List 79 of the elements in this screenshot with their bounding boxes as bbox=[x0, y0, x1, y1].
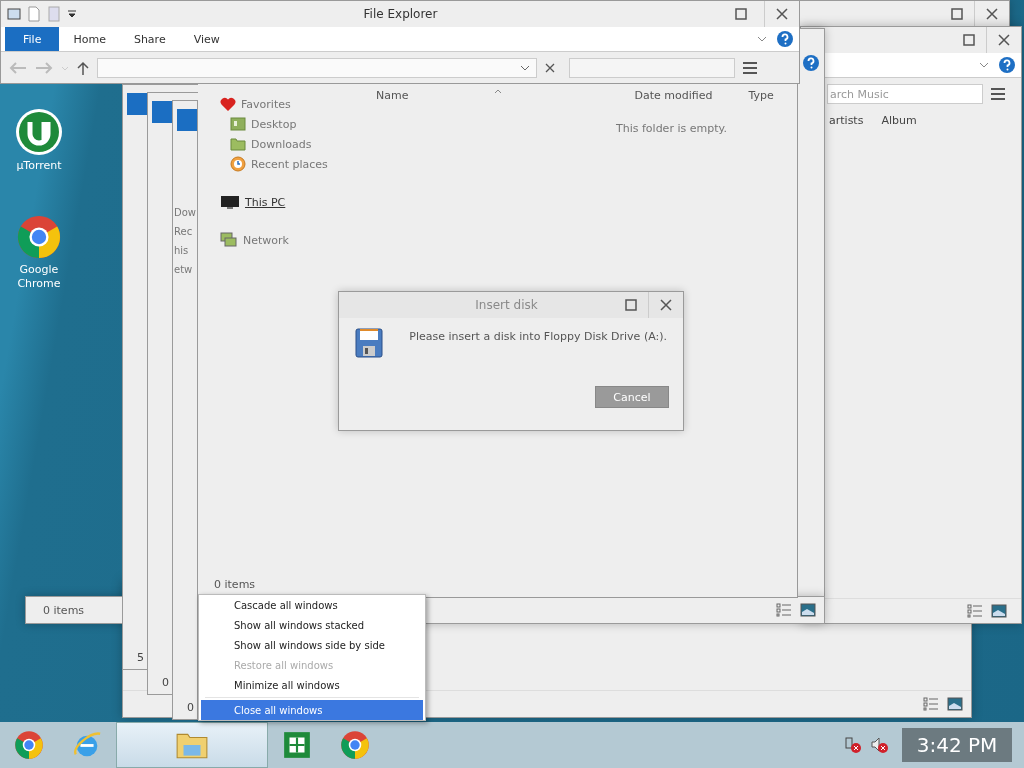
address-field[interactable] bbox=[97, 58, 537, 78]
chevron-down-icon[interactable] bbox=[757, 36, 767, 42]
menu-icon[interactable] bbox=[991, 88, 1005, 100]
nav-item[interactable]: his bbox=[174, 245, 189, 256]
close-icon[interactable] bbox=[659, 298, 673, 312]
status-text: 5 bbox=[136, 651, 145, 664]
close-icon[interactable] bbox=[985, 7, 999, 21]
status-text: 0 bbox=[161, 676, 170, 689]
network-icon bbox=[220, 232, 238, 248]
nav-item[interactable]: Network bbox=[220, 230, 289, 250]
nav-item[interactable]: etw bbox=[174, 264, 193, 275]
nav-item[interactable]: Rec bbox=[174, 226, 193, 237]
help-icon[interactable] bbox=[999, 57, 1015, 73]
nav-item[interactable]: Dow bbox=[174, 207, 196, 218]
dialog-message: Please insert a disk into Floppy Disk Drive (A:). bbox=[409, 330, 667, 345]
status-text: 0 items bbox=[214, 578, 256, 591]
desktop-icon-label[interactable]: µTorrent bbox=[16, 159, 62, 173]
clear-icon[interactable] bbox=[545, 63, 555, 73]
cancel-button[interactable]: Cancel bbox=[595, 386, 669, 408]
nav-item[interactable]: Favorites bbox=[220, 94, 291, 114]
chrome-logo-icon[interactable] bbox=[340, 730, 370, 760]
ribbon-tab[interactable]: Share bbox=[119, 27, 180, 51]
desktop-icon-label[interactable]: Google Chrome bbox=[4, 263, 74, 291]
picture-view-icon[interactable] bbox=[800, 603, 816, 617]
monitor-icon bbox=[220, 194, 240, 210]
column-header[interactable]: Name bbox=[376, 89, 409, 102]
volume-muted-icon[interactable] bbox=[870, 736, 888, 754]
help-icon[interactable] bbox=[803, 55, 819, 71]
window-title: File Explorer bbox=[362, 7, 439, 21]
ribbon-tab[interactable]: File bbox=[5, 27, 60, 51]
column-header[interactable]: Type bbox=[748, 89, 774, 102]
menu-item[interactable]: Show all windows side by side bbox=[201, 635, 423, 655]
menu-item[interactable]: Cascade all windows bbox=[201, 595, 423, 615]
nav-item[interactable]: Downloads bbox=[220, 134, 312, 154]
maximize-icon[interactable] bbox=[951, 8, 963, 20]
search-field[interactable]: arch Music bbox=[827, 84, 983, 104]
chevron-down-icon[interactable] bbox=[979, 62, 989, 68]
search-field[interactable] bbox=[569, 58, 735, 78]
nav-item[interactable]: Recent places bbox=[220, 154, 328, 174]
status-text: 0 bbox=[186, 701, 195, 714]
column-header[interactable]: artists bbox=[829, 114, 864, 127]
help-icon[interactable] bbox=[777, 31, 793, 47]
close-icon[interactable] bbox=[775, 7, 789, 21]
ribbon-tab[interactable]: View bbox=[179, 27, 234, 51]
close-icon[interactable] bbox=[997, 33, 1011, 47]
maximize-icon[interactable] bbox=[963, 34, 975, 46]
heart-icon bbox=[220, 96, 236, 112]
chrome-logo-icon[interactable] bbox=[14, 730, 44, 760]
ribbon-tab[interactable]: Home bbox=[59, 27, 120, 51]
torrent-logo-icon[interactable] bbox=[15, 108, 63, 156]
nav-item[interactable]: Desktop bbox=[220, 114, 297, 134]
menu-item[interactable]: Close all windows bbox=[201, 700, 423, 720]
desktop-folder-icon bbox=[230, 117, 246, 131]
chrome-logo-icon[interactable] bbox=[16, 214, 62, 260]
empty-folder-message: This folder is empty. bbox=[616, 122, 727, 135]
maximize-icon[interactable] bbox=[735, 8, 747, 20]
clock-icon bbox=[230, 156, 246, 172]
dialog-title: Insert disk bbox=[474, 298, 539, 312]
menu-item[interactable]: Show all windows stacked bbox=[201, 615, 423, 635]
menu-icon[interactable] bbox=[743, 62, 757, 74]
details-view-icon[interactable] bbox=[923, 697, 939, 711]
window-icon bbox=[7, 8, 21, 20]
chevron-down-icon[interactable] bbox=[520, 65, 530, 71]
nav-item[interactable]: This PC bbox=[220, 192, 286, 212]
column-header[interactable]: Date modified bbox=[634, 89, 713, 102]
details-view-icon[interactable] bbox=[776, 603, 792, 617]
column-header[interactable]: Album bbox=[881, 114, 917, 127]
sort-caret-icon bbox=[494, 89, 503, 94]
menu-item[interactable]: Minimize all windows bbox=[201, 675, 423, 695]
picture-view-icon[interactable] bbox=[991, 604, 1007, 618]
spreadsheet-icon[interactable] bbox=[282, 730, 312, 760]
status-text: 0 items bbox=[43, 603, 85, 617]
clock[interactable]: 3:42 PM bbox=[902, 728, 1012, 762]
network-error-icon[interactable] bbox=[844, 736, 862, 754]
dropdown-icon[interactable] bbox=[67, 9, 77, 19]
picture-view-icon[interactable] bbox=[947, 697, 963, 711]
maximize-icon[interactable] bbox=[625, 299, 637, 311]
details-view-icon[interactable] bbox=[967, 604, 983, 618]
up-arrow-icon[interactable] bbox=[77, 61, 89, 75]
